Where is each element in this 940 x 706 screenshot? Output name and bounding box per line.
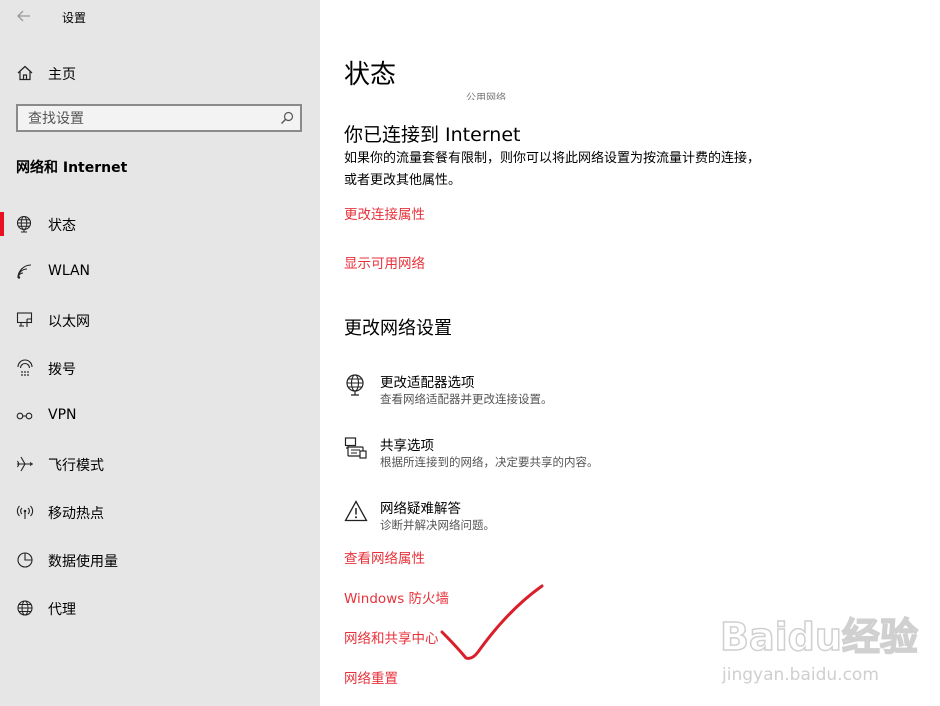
sidebar-home-label: 主页 — [48, 67, 76, 83]
search-input[interactable] — [26, 109, 270, 129]
sidebar-item-label: 状态 — [48, 218, 76, 234]
sidebar-item-ethernet[interactable]: 以太网 — [0, 296, 320, 344]
ethernet-icon — [16, 312, 33, 327]
sidebar-item-mobile-hotspot[interactable]: 移动热点 — [0, 488, 320, 536]
sidebar-item-dialup[interactable]: 拨号 — [0, 344, 320, 392]
sidebar-item-label: 拨号 — [48, 362, 76, 378]
globe-network-icon — [346, 374, 364, 396]
back-arrow-icon — [17, 10, 30, 22]
sidebar-item-data-usage[interactable]: 数据使用量 — [0, 536, 320, 584]
globe-icon — [17, 600, 33, 616]
data-usage-icon — [17, 552, 33, 568]
title-bar: 设置 — [0, 0, 320, 34]
dialup-icon — [17, 359, 33, 376]
home-icon — [17, 65, 33, 81]
option-description: 查看网络适配器并更改连接设置。 — [380, 392, 553, 406]
sidebar-item-label: 飞行模式 — [48, 458, 104, 474]
sidebar-item-vpn[interactable]: VPN — [0, 392, 320, 440]
sidebar-section-title: 网络和 Internet — [16, 160, 128, 176]
option-title: 更改适配器选项 — [380, 375, 475, 391]
network-profile-text: 公用网络 — [466, 93, 506, 100]
windows-firewall-link[interactable]: Windows 防火墙 — [344, 587, 449, 607]
sidebar-item-proxy[interactable]: 代理 — [0, 584, 320, 632]
window-title: 设置 — [62, 11, 87, 25]
main-content: 状态 公用网络 你已连接到 Internet 如果你的流量套餐有限制，则你可以将… — [320, 0, 940, 706]
sidebar-nav: 状态 WLAN 以太网 拨号 VPN 飞行模式 移动热点 数据使用量 代理 — [0, 200, 320, 632]
sidebar-item-label: 以太网 — [48, 314, 90, 330]
sharing-icon — [344, 437, 367, 459]
page-title: 状态 — [344, 60, 397, 90]
back-button[interactable] — [10, 4, 38, 28]
sidebar-item-label: WLAN — [48, 263, 91, 279]
sidebar-item-status[interactable]: 状态 — [0, 200, 320, 248]
network-reset-link[interactable]: 网络重置 — [344, 667, 398, 687]
sharing-options[interactable]: 共享选项 根据所连接到的网络，决定要共享的内容。 — [344, 434, 844, 478]
sidebar-item-label: VPN — [48, 407, 77, 423]
change-adapter-options[interactable]: 更改适配器选项 查看网络适配器并更改连接设置。 — [344, 371, 844, 415]
sidebar-home[interactable]: 主页 — [0, 56, 320, 90]
globe-icon — [16, 215, 32, 233]
option-title: 共享选项 — [380, 438, 434, 454]
change-connection-properties-link[interactable]: 更改连接属性 — [344, 203, 425, 223]
sidebar-item-label: 代理 — [48, 602, 76, 618]
option-title: 网络疑难解答 — [380, 501, 461, 517]
sidebar-item-airplane-mode[interactable]: 飞行模式 — [0, 440, 320, 488]
sidebar-item-wlan[interactable]: WLAN — [0, 248, 320, 296]
network-troubleshooter[interactable]: 网络疑难解答 诊断并解决网络问题。 — [344, 497, 844, 541]
wifi-icon — [17, 264, 32, 279]
network-sharing-center-link[interactable]: 网络和共享中心 — [344, 627, 439, 647]
change-network-settings-heading: 更改网络设置 — [344, 318, 452, 339]
option-description: 根据所连接到的网络，决定要共享的内容。 — [380, 455, 599, 469]
vpn-icon — [16, 412, 33, 420]
connection-description: 如果你的流量套餐有限制，则你可以将此网络设置为按流量计费的连接，或者更改其他属性… — [344, 151, 761, 188]
search-box[interactable] — [16, 104, 302, 132]
sidebar: 设置 主页 网络和 Internet 状态 — [0, 0, 320, 706]
warning-icon — [344, 500, 368, 522]
hotspot-icon — [16, 505, 34, 519]
show-available-networks-link[interactable]: 显示可用网络 — [344, 252, 425, 272]
search-icon[interactable] — [280, 111, 294, 125]
option-description: 诊断并解决网络问题。 — [380, 518, 495, 532]
connection-heading: 你已连接到 Internet — [344, 124, 521, 146]
airplane-icon — [17, 456, 33, 472]
view-network-properties-link[interactable]: 查看网络属性 — [344, 547, 425, 567]
sidebar-item-label: 数据使用量 — [48, 554, 118, 570]
sidebar-item-label: 移动热点 — [48, 506, 104, 522]
